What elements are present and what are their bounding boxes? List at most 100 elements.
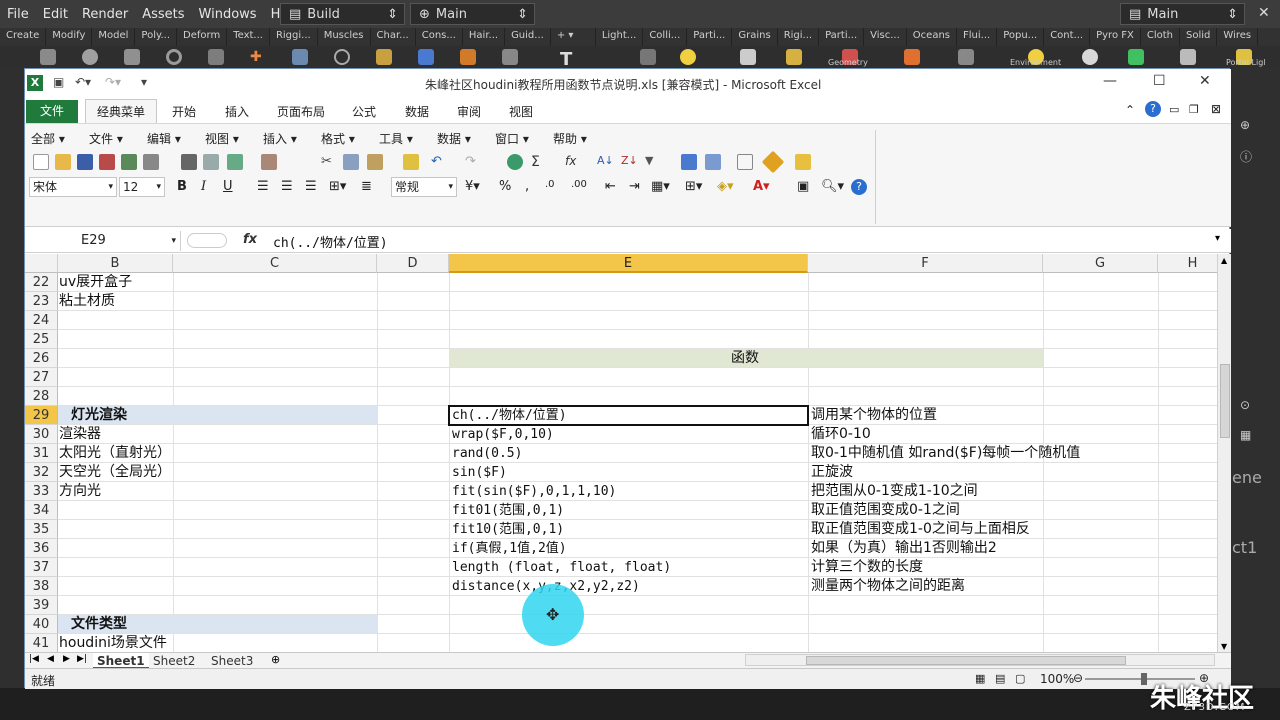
cell-f35[interactable]: 取正值范围变成1-0之间与上面相反 [811,520,1030,539]
desktop-selector[interactable]: ▤ Build ⇕ [280,3,405,25]
file-tab[interactable]: 文件 [26,100,78,123]
shelf-tab[interactable]: Text... [227,28,270,46]
print-preview-icon[interactable] [203,154,219,170]
paste-icon[interactable] [367,154,383,170]
point-light-icon[interactable] [680,49,696,65]
shelf-tab[interactable]: Poly... [135,28,178,46]
shelf-tab[interactable]: Char... [371,28,416,46]
vertical-scroll-thumb[interactable] [1220,364,1230,438]
row-header[interactable]: 28 [25,387,58,406]
cell-b30[interactable]: 渲染器 [59,425,101,444]
shelf-tab[interactable]: Parti... [687,28,733,46]
redo-icon[interactable]: ↷▾ [105,75,121,89]
row-header[interactable]: 22 [25,273,58,292]
cell-b32[interactable]: 天空光（全局光） [59,463,171,482]
horizontal-scroll-thumb[interactable] [806,656,1126,665]
fill-color-icon[interactable]: ◈▾ [717,179,734,194]
autosum-icon[interactable]: Σ [531,154,547,170]
classic-menu-tools[interactable]: 工具 ▾ [379,130,413,147]
formula-bar-handle[interactable] [187,233,227,248]
classic-menu-help[interactable]: 帮助 ▾ [553,130,587,147]
prev-sheet-icon[interactable]: ◀ [47,654,54,664]
cell-f29[interactable]: 调用某个物体的位置 [811,406,937,425]
row-header[interactable]: 33 [25,482,58,501]
row-header[interactable]: 26 [25,349,58,368]
path-tool-icon[interactable] [460,49,476,65]
spelling-icon[interactable] [227,154,243,170]
align-left-icon[interactable]: ☰ [257,179,269,194]
tab-page-layout[interactable]: 页面布局 [277,103,325,120]
area-light-icon[interactable] [786,49,802,65]
font-size-select[interactable]: 12 ▾ [119,177,165,197]
shelf-tab[interactable]: Cont... [1044,28,1091,46]
normal-view-icon[interactable]: ▦ [975,672,985,685]
redo-icon[interactable]: ↷ [465,154,481,170]
grid-tool-icon[interactable] [208,49,224,65]
row-header[interactable]: 41 [25,634,58,653]
shelf-tab[interactable]: Guid... [505,28,551,46]
menu-windows[interactable]: Windows [192,7,264,22]
doc-close-icon[interactable]: ⊠ [1211,102,1221,116]
row-header[interactable]: 25 [25,330,58,349]
email-icon[interactable] [121,154,137,170]
number-format-select[interactable]: 常规 ▾ [391,177,457,197]
classic-menu-window[interactable]: 窗口 ▾ [495,130,529,147]
formula-input[interactable]: ch(../物体/位置) [273,232,388,251]
column-header-c[interactable]: C [173,254,377,273]
cell-e31[interactable]: rand(0.5) [452,444,522,463]
comma-icon[interactable]: , [525,179,529,194]
row-header[interactable]: 34 [25,501,58,520]
tab-view[interactable]: 视图 [509,103,533,120]
cell-b33[interactable]: 方向光 [59,482,101,501]
tool-icon[interactable]: ⓘ [1240,148,1252,165]
hyperlink-icon[interactable] [507,154,523,170]
vertical-scrollbar[interactable]: ▲ ▼ [1217,254,1231,656]
add-shelf-icon[interactable]: + ▾ [551,28,596,46]
tool-icon[interactable]: ⊕ [1240,118,1250,132]
shelf-tab[interactable]: Popu... [997,28,1045,46]
align-center-icon[interactable]: ☰ [281,179,293,194]
row-header[interactable]: 39 [25,596,58,615]
cell-e32[interactable]: sin($F) [452,463,507,482]
close-button[interactable]: ✕ [1199,73,1211,89]
line-tool-icon[interactable] [292,49,308,65]
menu-file[interactable]: File [0,7,36,22]
distant-light-icon[interactable] [958,49,974,65]
chart-icon[interactable] [681,154,697,170]
network-selector[interactable]: ⊕ Main ⇕ [410,3,535,25]
filter-icon[interactable]: ▼ [645,154,661,170]
tab-insert[interactable]: 插入 [225,103,249,120]
undo-icon[interactable]: ↶▾ [75,75,91,89]
zoom-out-icon[interactable]: ⊖ [1073,671,1083,685]
shelf-tab[interactable]: Solid [1180,28,1218,46]
first-sheet-icon[interactable]: |◀ [29,654,39,664]
doc-minimize-icon[interactable]: ▭ [1169,103,1179,116]
insert-function-button[interactable]: fx [243,232,257,247]
name-box[interactable]: E29 ▾ [25,231,181,251]
cell-f37[interactable]: 计算三个数的长度 [811,558,923,577]
customize-qat-icon[interactable]: ▾ [141,75,147,89]
borders-icon[interactable]: ⊞▾ [685,179,702,194]
cell-f31[interactable]: 取0-1中随机值 如rand($F)每帧一个随机值 [811,444,1080,463]
column-header-e[interactable]: E [449,254,808,273]
drawing-icon[interactable] [705,154,721,170]
select-all-corner[interactable] [25,254,58,273]
sphere-tool-icon[interactable] [82,49,98,65]
shelf-tab[interactable]: Pyro FX [1090,28,1141,46]
collapse-ribbon-icon[interactable]: ⌃ [1125,103,1135,117]
sky-light-icon[interactable] [1082,49,1098,65]
shelf-tab[interactable]: Cons... [416,28,463,46]
shelf-tab[interactable]: Oceans [907,28,957,46]
tab-home[interactable]: 开始 [172,103,196,120]
row-header[interactable]: 24 [25,311,58,330]
draw-curve-tool-icon[interactable] [418,49,434,65]
classic-menu-insert[interactable]: 插入 ▾ [263,130,297,147]
tube-tool-icon[interactable] [124,49,140,65]
row-header-selected[interactable]: 29 [25,406,58,425]
insert-sheet-icon[interactable]: ⊕ [271,653,280,666]
shelf-tab[interactable]: Light... [596,28,644,46]
font-tool-icon[interactable]: T [560,49,576,70]
row-header[interactable]: 32 [25,463,58,482]
curve-tool-icon[interactable] [376,49,392,65]
tab-review[interactable]: 审阅 [457,103,481,120]
